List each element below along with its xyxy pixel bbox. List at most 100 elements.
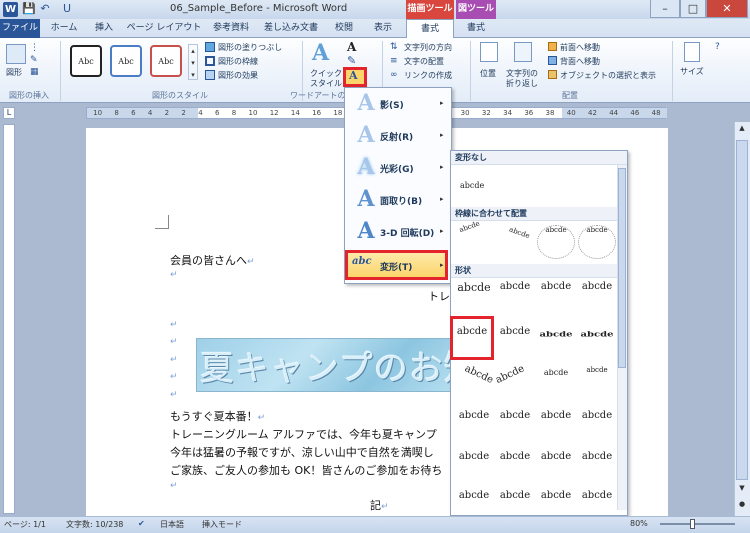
tab-mailings[interactable]: 差し込み文書 [258, 19, 324, 38]
browse-object-icon[interactable]: ● [736, 500, 748, 512]
tab-format-drawing[interactable]: 書式 [406, 19, 454, 39]
warp-shape[interactable]: abcde [455, 451, 493, 485]
path-circle[interactable]: abcde [537, 225, 575, 259]
quick-styles-label-2[interactable]: スタイル [310, 78, 342, 89]
warp-shape[interactable]: abcde [496, 281, 534, 315]
warp-shape[interactable]: abcde [537, 490, 575, 512]
tab-file[interactable]: ファイル [0, 19, 40, 38]
zoom-slider[interactable] [660, 523, 735, 525]
shapes-icon[interactable] [6, 44, 26, 64]
warp-shape[interactable]: abcde [453, 326, 491, 360]
menu-label-reflection[interactable]: 反射(R) [380, 130, 413, 143]
menu-label-bevel[interactable]: 面取り(B) [380, 194, 422, 207]
status-language[interactable]: 日本語 [160, 519, 184, 530]
doc-line-4[interactable]: ご家族、ご友人の参加も OK！皆さんのご参加をお待ち [170, 462, 442, 478]
tab-review[interactable]: 校閲 [326, 19, 362, 38]
align-text-button[interactable]: 文字の配置 [404, 56, 444, 67]
status-word-count[interactable]: 文字数: 10/238 [66, 519, 123, 530]
close-button[interactable]: ✕ [706, 0, 748, 18]
warp-shape[interactable]: abcde [537, 281, 575, 315]
shape-effects-button[interactable]: 図形の効果 [218, 70, 258, 81]
gallery-scroll-thumb[interactable] [618, 168, 626, 368]
text-fill-icon[interactable]: A [347, 40, 356, 54]
no-transform-option[interactable]: abcde [460, 181, 484, 190]
warp-shape[interactable]: abcde [537, 410, 575, 444]
position-icon[interactable] [480, 42, 498, 62]
shape-outline-button[interactable]: 図形の枠線 [218, 56, 258, 67]
create-link-button[interactable]: リンクの作成 [404, 70, 452, 81]
draw-textbox-icon[interactable]: ⋮ ✎ ▦ [30, 42, 44, 80]
warp-shape[interactable]: abcde [578, 281, 616, 315]
menu-label-shadow[interactable]: 影(S) [380, 98, 404, 111]
doc-salutation[interactable]: 会員の皆さんへ↵ [170, 252, 255, 268]
help-icon[interactable]: ? [715, 42, 720, 52]
style-gallery-scroll[interactable]: ▴ ▾ ▾ [188, 44, 198, 80]
size-icon[interactable] [684, 42, 700, 62]
menu-label-glow[interactable]: 光彩(G) [380, 162, 414, 175]
proofing-icon[interactable]: ✔ [138, 519, 145, 528]
status-insert-mode[interactable]: 挿入モード [202, 519, 242, 530]
warp-shape[interactable]: abcde [496, 410, 534, 444]
bring-forward-button[interactable]: 前面へ移動 [560, 42, 600, 53]
vertical-ruler[interactable] [3, 124, 15, 514]
scroll-down-icon[interactable]: ▼ [736, 484, 748, 494]
status-page[interactable]: ページ: 1/1 [4, 519, 46, 530]
wrap-text-icon[interactable] [514, 42, 532, 62]
doc-sender-partial[interactable]: トレ [428, 288, 450, 304]
text-outline-icon[interactable]: ✎ [347, 54, 356, 67]
group-label-insert-shapes: 図形の挿入 [9, 91, 49, 100]
zoom-slider-thumb[interactable] [690, 519, 695, 529]
send-backward-button[interactable]: 背面へ移動 [560, 56, 600, 67]
warp-shape[interactable]: abcde [578, 451, 616, 485]
shape-style-red[interactable]: Abc [150, 45, 182, 77]
tab-insert[interactable]: 挿入 [86, 19, 122, 38]
warp-shape[interactable]: abcde [496, 490, 534, 512]
warp-shape[interactable]: abcde [578, 410, 616, 444]
doc-line-2[interactable]: トレーニングルーム アルファでは、今年も夏キャンプ [170, 426, 437, 442]
tab-selector-icon[interactable]: L [3, 107, 15, 119]
wrap-text-label-2[interactable]: 折り返し [506, 78, 538, 89]
wordart-title[interactable]: 夏キャンプのお知 [200, 341, 479, 390]
transform-icon: abc [352, 256, 372, 267]
warp-shape[interactable]: abcde [455, 410, 493, 444]
menu-label-transform[interactable]: 変形(T) [380, 260, 412, 273]
size-button[interactable]: サイズ [680, 66, 704, 77]
warp-shape[interactable]: abcde [496, 326, 534, 360]
tab-page-layout[interactable]: ページ レイアウト [124, 19, 204, 38]
position-button[interactable]: 位置 [480, 68, 496, 79]
selection-pane-button[interactable]: オブジェクトの選択と表示 [560, 70, 656, 81]
maximize-button[interactable]: □ [680, 0, 706, 18]
undo-icon[interactable]: ↶ [38, 2, 52, 16]
scroll-thumb[interactable] [736, 140, 748, 480]
doc-line-1[interactable]: もうすぐ夏本番！↵ [170, 408, 265, 424]
doc-line-3[interactable]: 今年は猛暑の予報ですが、涼しい山中で自然を満喫し [170, 444, 434, 460]
tab-home[interactable]: ホーム [44, 19, 84, 38]
shape-fill-button[interactable]: 図形の塗りつぶし [218, 42, 282, 53]
warp-shape[interactable]: abcde [537, 331, 575, 355]
shape-style-black[interactable]: Abc [70, 45, 102, 77]
tab-format-picture[interactable]: 書式 [456, 19, 496, 38]
submenu-arrow-icon: ▸ [440, 163, 444, 171]
minimize-button[interactable]: – [650, 0, 680, 18]
scroll-up-icon[interactable]: ▲ [736, 124, 748, 136]
path-button[interactable]: abcde [578, 225, 616, 259]
text-direction-button[interactable]: 文字列の方向 [404, 42, 452, 53]
shape-style-blue[interactable]: Abc [110, 45, 142, 77]
tab-view[interactable]: 表示 [364, 19, 402, 38]
save-icon[interactable]: 💾 [22, 2, 36, 16]
status-zoom[interactable]: 80% [630, 519, 648, 528]
warp-shape[interactable]: abcde [537, 368, 575, 402]
warp-shape[interactable]: abcde [578, 331, 616, 355]
warp-shape[interactable]: abcde [578, 366, 616, 400]
warp-shape[interactable]: abcde [455, 281, 493, 315]
warp-shape[interactable]: abcde [496, 451, 534, 485]
warp-shape[interactable]: abcde [455, 490, 493, 512]
underline-icon[interactable]: U [60, 2, 74, 16]
warp-shape[interactable]: abcde [578, 490, 616, 512]
quick-styles-icon[interactable]: A [312, 40, 329, 66]
warp-shape[interactable]: abcde [537, 451, 575, 485]
doc-ki[interactable]: 記↵ [370, 497, 389, 513]
word-app-icon[interactable]: W [3, 2, 18, 17]
menu-label-3d-rotation[interactable]: 3-D 回転(D) [380, 226, 434, 239]
tab-references[interactable]: 参考資料 [206, 19, 256, 38]
